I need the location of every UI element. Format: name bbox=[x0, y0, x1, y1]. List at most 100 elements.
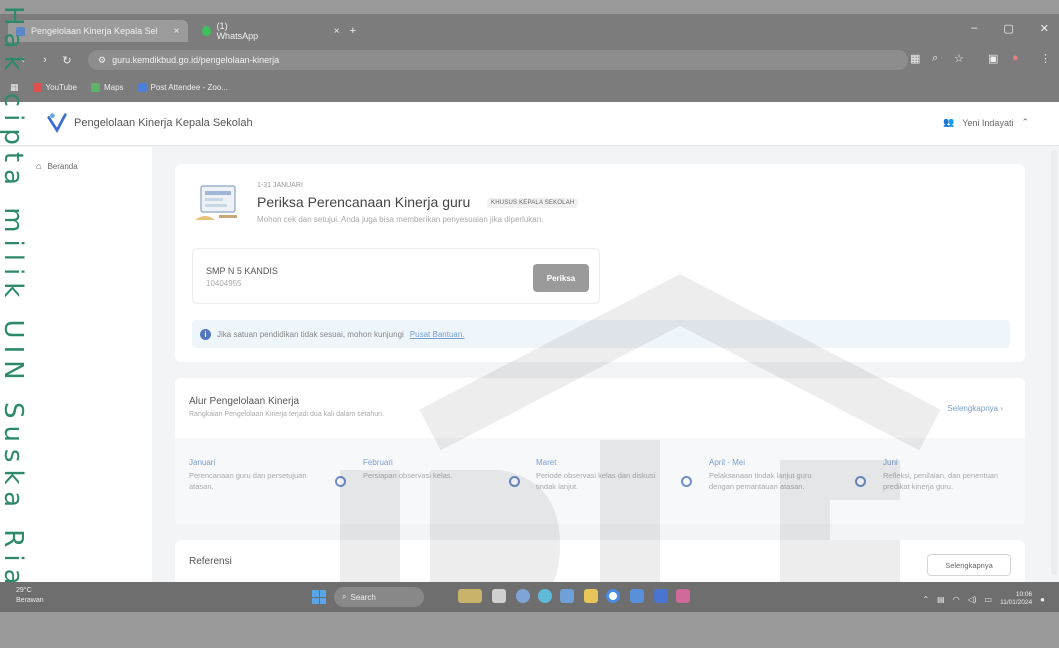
os-taskbar: 29°C Berawan ⌕ Search ⌃ ▤ ◠ ◁) ▭ 10:06 1… bbox=[0, 582, 1059, 612]
school-npsn: 10404955 bbox=[206, 279, 242, 288]
profile-icon[interactable]: ● bbox=[1012, 52, 1019, 64]
reference-title: Referensi bbox=[189, 556, 232, 567]
file-explorer-icon[interactable] bbox=[584, 589, 598, 603]
reload-icon[interactable]: ↻ bbox=[56, 54, 78, 67]
youtube-icon bbox=[32, 82, 42, 92]
clock-time: 10:06 bbox=[1015, 591, 1033, 598]
sidebar-item-label: Beranda bbox=[47, 161, 78, 171]
card-subtitle: Mohon cek dan setujui. Anda juga bisa me… bbox=[257, 215, 544, 224]
info-text: Jika satuan pendidikan tidak sesuai, moh… bbox=[217, 329, 404, 339]
notification-icon[interactable]: ● bbox=[1040, 595, 1045, 604]
task-view-icon[interactable] bbox=[492, 589, 506, 603]
bookmark-maps[interactable]: Maps bbox=[90, 82, 124, 92]
tab-favicon-icon bbox=[16, 26, 25, 36]
help-center-link[interactable]: Pusat Bantuan. bbox=[410, 330, 465, 339]
tab-label: Pengelolaan Kinerja Kepala Sel bbox=[31, 26, 158, 36]
bookmark-youtube[interactable]: YouTube bbox=[32, 82, 77, 92]
timeline-dot-icon bbox=[335, 476, 346, 487]
weather-widget[interactable]: 29°C Berawan bbox=[16, 586, 44, 606]
sidepanel-icon[interactable]: ▣ bbox=[988, 52, 998, 65]
close-icon[interactable]: × bbox=[334, 26, 340, 37]
card-title: Periksa Perencanaan Kinerja guru bbox=[257, 194, 471, 210]
new-tab-button[interactable]: + bbox=[350, 25, 356, 37]
weather-temp: 29°C bbox=[16, 587, 32, 594]
volume-icon[interactable]: ◁) bbox=[968, 595, 977, 604]
search-label: Search bbox=[350, 592, 376, 602]
tab-pengelolaan-kinerja[interactable]: Pengelolaan Kinerja Kepala Sel × bbox=[8, 20, 188, 42]
clock-date: 11/01/2024 bbox=[1000, 599, 1033, 606]
mail-icon[interactable] bbox=[630, 589, 644, 603]
flow-subtitle: Rangkaian Pengelolaan Kinerja terjadi du… bbox=[189, 411, 384, 418]
timeline-step: April - Mei Pelaksanaan tindak lanjut gu… bbox=[709, 458, 812, 491]
timeline-step: Februari Persiapan observasi kelas. bbox=[363, 458, 453, 480]
tab-label: (1) WhatsApp bbox=[216, 21, 259, 41]
user-menu[interactable]: 👥 Yeni Indayati ⌃ bbox=[943, 117, 1029, 128]
site-info-icon[interactable]: ⚙ bbox=[98, 55, 106, 66]
period-label: 1-31 JANUARI bbox=[257, 182, 303, 189]
maximize-button[interactable]: ▢ bbox=[1003, 22, 1013, 35]
system-tray: ⌃ ▤ ◠ ◁) ▭ 10:06 11/01/2024 ● bbox=[922, 591, 1045, 607]
timeline-dot-icon bbox=[855, 476, 866, 487]
battery-icon[interactable]: ▭ bbox=[985, 595, 993, 604]
network-icon[interactable]: ▤ bbox=[937, 595, 945, 604]
menu-icon[interactable]: ⋮ bbox=[1040, 52, 1051, 65]
bottom-frame-strip bbox=[0, 612, 1059, 648]
address-url: guru.kemdikbud.go.id/pengelolaan-kinerja bbox=[112, 55, 280, 65]
taskbar-search[interactable]: ⌕ Search bbox=[334, 587, 424, 607]
taskbar-widget-icon[interactable] bbox=[458, 589, 482, 603]
search-icon: ⌕ bbox=[342, 592, 347, 601]
info-icon: i bbox=[200, 328, 211, 340]
planning-review-card: 1-31 JANUARI Periksa Perencanaan Kinerja… bbox=[175, 164, 1025, 362]
chrome-icon[interactable] bbox=[606, 589, 620, 603]
camera-app-icon[interactable] bbox=[676, 589, 690, 603]
flow-title: Alur Pengelolaan Kinerja bbox=[189, 396, 300, 407]
address-bar[interactable]: ⚙ guru.kemdikbud.go.id/pengelolaan-kiner… bbox=[88, 50, 908, 70]
scrollbar[interactable] bbox=[1051, 150, 1057, 575]
timeline-step: Januari Perencanaan guru dan persetujuan… bbox=[189, 458, 307, 491]
see-more-link[interactable]: Selengkapnya › bbox=[947, 404, 1003, 413]
wifi-icon[interactable]: ◠ bbox=[953, 595, 960, 604]
home-icon: ⌂ bbox=[36, 161, 42, 171]
sidebar: ⌂ Beranda bbox=[0, 147, 152, 582]
document-illustration-icon bbox=[195, 185, 237, 220]
timeline-dot-icon bbox=[681, 476, 692, 487]
bookmark-zoom[interactable]: Post Attendee - Zoo... bbox=[137, 82, 228, 92]
apps-icon[interactable]: ▦ bbox=[10, 82, 19, 93]
users-icon: 👥 bbox=[943, 117, 955, 127]
timeline-step: Maret Periode observasi kelas dan diskus… bbox=[536, 458, 656, 491]
sidebar-item-beranda[interactable]: ⌂ Beranda bbox=[36, 161, 78, 171]
tab-whatsapp[interactable]: (1) WhatsApp × + bbox=[194, 20, 364, 42]
store-icon[interactable] bbox=[560, 589, 574, 603]
app-header: Pengelolaan Kinerja Kepala Sekolah 👥 Yen… bbox=[0, 102, 1059, 146]
close-window-button[interactable]: ✕ bbox=[1040, 22, 1049, 35]
bookmark-star-icon[interactable]: ☆ bbox=[954, 52, 964, 65]
reference-card: Referensi Selengkapnya bbox=[175, 540, 1025, 582]
zoom-icon[interactable]: ⌕ bbox=[932, 52, 938, 65]
user-name: Yeni Indayati bbox=[962, 117, 1014, 128]
timeline-dot-icon bbox=[509, 476, 520, 487]
whatsapp-icon bbox=[202, 26, 211, 36]
extension-icon[interactable]: ▦ bbox=[910, 52, 920, 65]
windows-start-icon[interactable] bbox=[312, 590, 326, 604]
forward-arrow-icon[interactable]: › bbox=[34, 54, 56, 66]
periksa-button[interactable]: Periksa bbox=[533, 264, 589, 292]
minimize-button[interactable]: – bbox=[971, 22, 977, 35]
clock[interactable]: 10:06 11/01/2024 bbox=[1000, 591, 1032, 607]
back-arrow-icon[interactable]: ‹ bbox=[12, 54, 34, 66]
browser-chrome: Pengelolaan Kinerja Kepala Sel × (1) Wha… bbox=[0, 14, 1059, 102]
chevron-up-icon[interactable]: ⌃ bbox=[922, 595, 929, 604]
zoom-app-icon bbox=[137, 82, 147, 92]
weather-desc: Berawan bbox=[16, 597, 44, 604]
top-frame-strip bbox=[0, 0, 1059, 14]
close-icon[interactable]: × bbox=[174, 26, 180, 37]
school-box: SMP N 5 KANDIS 10404955 Periksa bbox=[192, 248, 600, 304]
word-icon[interactable] bbox=[654, 589, 668, 603]
app-title: Pengelolaan Kinerja Kepala Sekolah bbox=[74, 117, 253, 129]
app-logo-icon bbox=[47, 113, 67, 134]
chat-icon[interactable] bbox=[516, 589, 530, 603]
school-name: SMP N 5 KANDIS bbox=[206, 266, 278, 276]
timeline-step: Juni Refleksi, penilaian, dan penentuan … bbox=[883, 458, 999, 491]
reference-see-more-button[interactable]: Selengkapnya bbox=[927, 554, 1011, 576]
edge-icon[interactable] bbox=[538, 589, 552, 603]
chevron-up-icon: ⌃ bbox=[1021, 117, 1029, 127]
